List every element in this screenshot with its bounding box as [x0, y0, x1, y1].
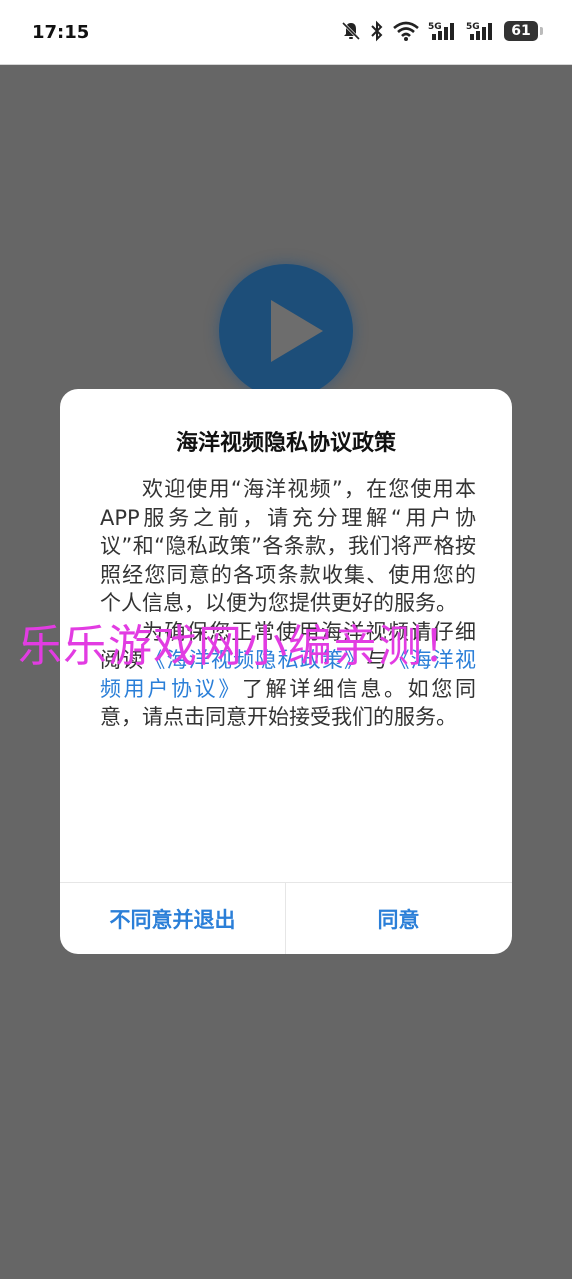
disagree-exit-button[interactable]: 不同意并退出 — [60, 883, 285, 954]
dialog-body: 欢迎使用“海洋视频”，在您使用本APP服务之前，请充分理解“用户协议”和“隐私政… — [100, 475, 476, 732]
signal-5g-label: 5G — [428, 22, 442, 32]
bell-muted-icon — [341, 21, 361, 41]
battery-icon: 61 — [504, 21, 543, 41]
dialog-title: 海洋视频隐私协议政策 — [175, 431, 396, 456]
play-icon — [271, 300, 323, 362]
wifi-icon — [393, 21, 419, 41]
status-icons: 5G 5G 61 — [340, 20, 543, 42]
watermark-text: 乐乐游戏网小编亲测！ — [18, 621, 468, 672]
signal-5g-label: 5G — [466, 22, 480, 32]
status-time: 17:15 — [32, 22, 90, 43]
signal-5g-icon: 5G — [466, 22, 492, 40]
bluetooth-icon — [371, 20, 383, 42]
status-bar: 17:15 5G 5G 61 — [0, 0, 572, 65]
dialog-paragraph-intro: 欢迎使用“海洋视频”，在您使用本APP服务之前，请充分理解“用户协议”和“隐私政… — [100, 477, 476, 615]
play-button — [219, 264, 353, 398]
agree-button[interactable]: 同意 — [286, 883, 511, 954]
signal-5g-icon: 5G — [428, 22, 454, 40]
